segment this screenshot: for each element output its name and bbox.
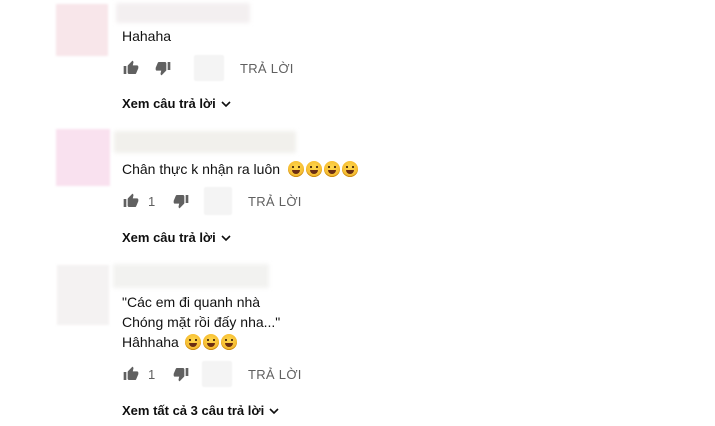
creator-heart-placeholder (194, 55, 224, 81)
author-name[interactable] (114, 131, 296, 153)
view-replies-button[interactable]: Xem tất cả 3 câu trả lời (122, 403, 280, 418)
reply-button[interactable]: TRẢ LỜI (248, 194, 302, 209)
laughing-squint-emoji (305, 161, 322, 177)
laughing-squint-emoji (341, 161, 358, 177)
comment-text: Chân thực k nhận ra luôn (122, 159, 360, 179)
thumbs-down-icon (155, 62, 171, 76)
author-name[interactable] (116, 3, 250, 23)
avatar[interactable] (56, 4, 108, 56)
dislike-button[interactable] (172, 365, 190, 383)
comment-line: "Các em đi quanh nhà (122, 294, 261, 310)
chevron-down-icon (220, 232, 232, 244)
view-replies-label: Xem câu trả lời (122, 96, 216, 111)
avatar[interactable] (57, 265, 109, 325)
like-button[interactable] (122, 192, 140, 210)
thumbs-up-icon (123, 193, 139, 207)
thumbs-up-icon (123, 366, 139, 380)
view-replies-button[interactable]: Xem câu trả lời (122, 230, 232, 245)
tears-of-joy-emoji (220, 334, 237, 350)
creator-heart-placeholder (202, 361, 232, 387)
comment-line: Hahaha (122, 28, 172, 44)
comment-line: Hâhhaha (122, 334, 179, 350)
chevron-down-icon (268, 405, 280, 417)
like-button[interactable] (122, 365, 140, 383)
comment-text: "Các em đi quanh nhà Chóng mặt rồi đấy n… (122, 292, 280, 352)
comment-actions: TRẢ LỜI (122, 55, 294, 81)
reply-button[interactable]: TRẢ LỜI (248, 367, 302, 382)
comment-line: Chân thực k nhận ra luôn (122, 161, 281, 177)
reply-button[interactable]: TRẢ LỜI (240, 61, 294, 76)
comment-line: Chóng mặt rồi đấy nha..." (122, 314, 281, 330)
thumbs-up-icon (123, 60, 139, 74)
dislike-button[interactable] (172, 192, 190, 210)
comment-actions: 1 TRẢ LỜI (122, 361, 302, 387)
laughing-squint-emoji (323, 161, 340, 177)
chevron-down-icon (220, 98, 232, 110)
like-button[interactable] (122, 59, 140, 77)
like-count: 1 (148, 193, 156, 209)
laughing-squint-emoji (287, 161, 304, 177)
comment-text: Hahaha (122, 26, 171, 46)
tears-of-joy-emoji (202, 334, 219, 350)
view-replies-button[interactable]: Xem câu trả lời (122, 96, 232, 111)
view-replies-label: Xem tất cả 3 câu trả lời (122, 403, 265, 418)
comment-actions: 1 TRẢ LỜI (122, 187, 302, 215)
thumbs-down-icon (173, 368, 189, 382)
author-name[interactable] (113, 264, 269, 288)
like-count: 1 (148, 366, 156, 382)
view-replies-label: Xem câu trả lời (122, 230, 216, 245)
dislike-button[interactable] (154, 59, 172, 77)
creator-heart-placeholder (204, 187, 232, 215)
avatar[interactable] (56, 129, 110, 186)
tears-of-joy-emoji (184, 334, 201, 350)
thumbs-down-icon (173, 195, 189, 209)
